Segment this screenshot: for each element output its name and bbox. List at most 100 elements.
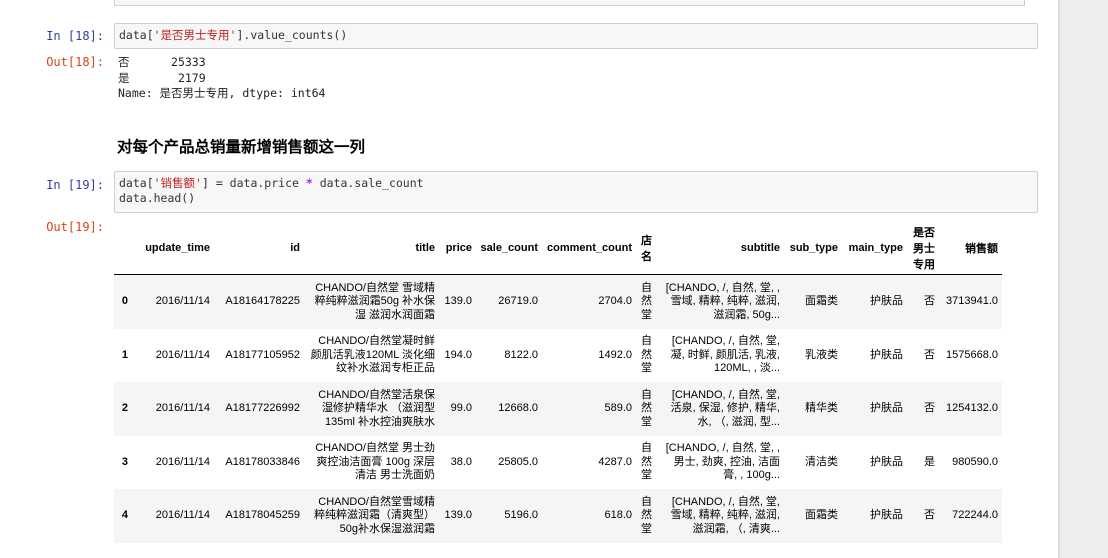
code-token: data[ (119, 28, 154, 42)
table-cell: A18164178225 (225, 295, 300, 308)
output-prompt-19: Out[19]: (46, 220, 104, 234)
output-line: Name: 是否男士专用, dtype: int64 (118, 86, 326, 100)
table-cell: 25805.0 (498, 455, 538, 468)
table-cell: 1254132.0 (946, 402, 998, 415)
table-cell: [CHANDO, /, 自然, 堂, 雪域, 精粹, 纯粹, 滋润, 滋润霜, … (670, 495, 780, 535)
table-header-row: update_time id title price sale_count co… (114, 222, 1002, 275)
table-cell: 2016/11/14 (155, 455, 210, 468)
table-cell: 1492.0 (598, 348, 632, 361)
table-cell-index: 1 (121, 348, 128, 361)
table-cell: 护肤品 (870, 402, 903, 415)
column-header-price: price (439, 222, 476, 275)
table-cell: 护肤品 (870, 509, 903, 522)
table-cell: 乳液类 (805, 348, 838, 361)
table-row: 3 2016/11/14 A18178033846 CHANDO/自然堂 男士劲… (114, 436, 1002, 490)
column-header-shop-name: 店名 (636, 222, 656, 275)
table-cell: 否 (924, 402, 935, 415)
table-cell: 2016/11/14 (155, 348, 210, 361)
table-cell: 12668.0 (498, 402, 538, 415)
table-cell: 2016/11/14 (155, 509, 210, 522)
column-header-sub-type: sub_type (784, 222, 842, 275)
code-token: data.sale_count (312, 176, 424, 190)
column-header-update-time: update_time (132, 222, 214, 275)
table-row: 2 2016/11/14 A18177226992 CHANDO/自然堂活泉保湿… (114, 382, 1002, 436)
table-row: 4 2016/11/14 A18178045259 CHANDO/自然堂雪域精粹… (114, 489, 1002, 543)
table-cell: CHANDO/自然堂 男士劲爽控油洁面膏 100g 深层清洁 男士洗面奶 (315, 442, 435, 482)
table-cell: 精华类 (805, 402, 838, 415)
table-cell: [CHANDO, /, 自然, 堂, 活泉, 保湿, 修护, 精华, 水, （,… (670, 388, 780, 428)
table-cell: A18178045259 (225, 509, 300, 522)
table-cell: 清洁类 (805, 455, 838, 468)
table-cell: 618.0 (604, 509, 632, 522)
table-cell-index: 2 (121, 402, 128, 415)
output-prompt-18: Out[18]: (46, 55, 104, 69)
table-cell: 139.0 (444, 509, 472, 522)
table-cell: 38.0 (450, 455, 472, 468)
input-prompt-19: In [19]: (46, 178, 104, 192)
code-token: ] = data.price (201, 176, 306, 190)
column-header-sale-count: sale_count (476, 222, 542, 275)
table-cell: 护肤品 (870, 348, 903, 361)
dataframe-table: update_time id title price sale_count co… (114, 222, 1002, 543)
code-input-18[interactable]: data['是否男士专用'].value_counts() (114, 23, 1038, 49)
output-line: 是 2179 (118, 70, 206, 85)
page-edge-shadow (1058, 0, 1062, 558)
table-cell: [CHANDO, /, 自然, 堂, , 男士, 劲爽, 控油, 洁面膏, , … (665, 442, 780, 482)
table-cell: CHANDO/自然堂 雪域精粹纯粹滋润霜50g 补水保湿 滋润水润面霜 (314, 281, 435, 321)
table-cell: [CHANDO, /, 自然, 堂, 凝, 时鲜, 颜肌活, 乳液, 120ML… (670, 335, 780, 375)
column-header-for-men: 是否男士专用 (907, 222, 939, 275)
table-cell: 980590.0 (952, 455, 998, 468)
code-token: data[ (119, 176, 154, 190)
table-cell: 否 (924, 295, 935, 308)
table-cell: 自然堂 (641, 442, 652, 482)
code-operator: * (305, 176, 313, 190)
column-header-title: title (304, 222, 439, 275)
table-row: 0 2016/11/14 A18164178225 CHANDO/自然堂 雪域精… (114, 274, 1002, 329)
code-string: '销售额' (153, 176, 202, 190)
column-header-subtitle: subtitle (656, 222, 784, 275)
table-cell: 否 (924, 509, 935, 522)
table-cell: 是 (924, 455, 935, 468)
column-header-id: id (214, 222, 304, 275)
table-cell: 99.0 (450, 402, 472, 415)
table-cell: CHANDO/自然堂活泉保湿修护精华水 （滋润型135ml 补水控油爽肤水 (318, 388, 435, 428)
table-cell: 护肤品 (870, 295, 903, 308)
table-cell: 2016/11/14 (155, 295, 210, 308)
table-cell: 4287.0 (598, 455, 632, 468)
table-cell-index: 3 (121, 455, 128, 468)
notebook-sheet: In [18]: data['是否男士专用'].value_counts() O… (0, 0, 1060, 558)
table-cell: 589.0 (604, 402, 632, 415)
table-cell: 1575668.0 (946, 348, 998, 361)
table-cell: 自然堂 (641, 388, 652, 428)
previous-cell-input[interactable] (114, 0, 1025, 6)
table-cell: CHANDO/自然堂雪域精粹纯粹滋润霜（清爽型）50g补水保湿滋润霜 (314, 495, 435, 535)
table-cell: 3713941.0 (946, 295, 998, 308)
table-cell: 8122.0 (504, 348, 538, 361)
table-cell: 2016/11/14 (155, 402, 210, 415)
table-cell: 自然堂 (641, 281, 652, 321)
code-token: ].value_counts() (236, 28, 348, 42)
table-cell: 2704.0 (598, 295, 632, 308)
table-cell: A18178033846 (225, 455, 300, 468)
table-cell: A18177226992 (225, 402, 300, 415)
output-line: 否 25333 (118, 55, 206, 69)
table-cell: A18177105952 (225, 348, 300, 361)
code-string: '是否男士专用' (153, 28, 237, 42)
table-cell-index: 4 (121, 509, 128, 522)
table-cell: 自然堂 (641, 335, 652, 375)
table-cell: 自然堂 (641, 495, 652, 535)
table-cell: 护肤品 (870, 455, 903, 468)
code-token: data.head() (119, 191, 196, 205)
table-cell: 722244.0 (952, 509, 998, 522)
table-cell: 5196.0 (504, 509, 538, 522)
code-input-19[interactable]: data['销售额'] = data.price * data.sale_cou… (114, 171, 1038, 213)
table-cell: 面霜类 (805, 509, 838, 522)
table-cell: 否 (924, 348, 935, 361)
column-header-main-type: main_type (842, 222, 907, 275)
column-header-sales-amount: 销售额 (939, 222, 1002, 275)
table-cell: 194.0 (444, 348, 472, 361)
table-cell: 139.0 (444, 295, 472, 308)
column-header-index (114, 222, 132, 275)
table-cell-index: 0 (121, 295, 128, 308)
column-header-comment-count: comment_count (542, 222, 636, 275)
